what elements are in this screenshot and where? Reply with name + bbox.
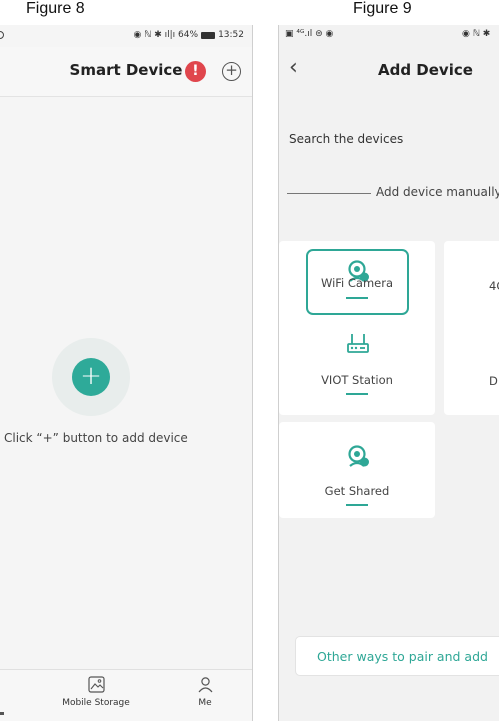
add-device-button[interactable]: + xyxy=(72,358,110,396)
figure-9-caption: Figure 9 xyxy=(353,0,412,17)
tab-me-label: Me xyxy=(198,698,212,708)
image-icon xyxy=(87,676,105,693)
page-title: Smart Device xyxy=(69,61,183,79)
status-bar-right: ◉ ℕ ✱ ıl|ı 64% 13:52 xyxy=(133,30,244,40)
status-bar: ◉ ℕ ✱ ıl|ı 64% 13:52 xyxy=(0,25,252,47)
add-manually-label: Add device manually xyxy=(376,185,499,199)
router-icon xyxy=(347,334,369,353)
tab-fragment[interactable] xyxy=(0,712,4,715)
device-underline xyxy=(346,297,368,299)
device-label-get-shared: Get Shared xyxy=(324,484,390,498)
search-devices-label[interactable]: Search the devices xyxy=(289,132,403,146)
header-bar: ‹ Add Device xyxy=(279,47,499,95)
status-dot-icon xyxy=(0,31,4,39)
device-underline xyxy=(346,504,368,506)
battery-icon xyxy=(201,31,216,39)
device-card-d[interactable] xyxy=(444,319,499,415)
tab-mobile-storage-label: Mobile Storage xyxy=(62,698,130,708)
divider-line xyxy=(287,193,371,194)
status-indicators: ◉ ℕ ✱ ıl|ı 64% xyxy=(133,30,199,40)
page-title: Add Device xyxy=(378,61,473,79)
add-device-plus-icon[interactable]: + xyxy=(222,62,241,81)
status-time: 13:52 xyxy=(218,30,244,40)
alert-icon[interactable]: ! xyxy=(185,61,206,82)
tab-mobile-storage[interactable]: Mobile Storage xyxy=(56,676,136,708)
add-device-hint: Click “+” button to add device xyxy=(4,431,188,445)
shared-camera-icon xyxy=(348,445,369,467)
device-label-d-partial: D xyxy=(489,374,498,388)
header-bar: Smart Device ! + xyxy=(0,47,252,97)
bottom-tab-bar: Mobile Storage Me xyxy=(0,669,252,721)
figure-8-caption: Figure 8 xyxy=(26,0,85,17)
tab-me[interactable]: Me xyxy=(185,676,225,708)
status-bar-right: ◉ ℕ ✱ xyxy=(462,29,491,39)
device-label-viot-station: VIOT Station xyxy=(321,373,393,387)
device-label-4g-partial: 4G xyxy=(489,279,499,293)
other-ways-label: Other ways to pair and add xyxy=(317,649,488,664)
person-icon xyxy=(198,677,212,693)
back-chevron-icon[interactable]: ‹ xyxy=(289,55,298,80)
add-device-screen: ▣ ⁴ᴳ.ıl ⊜ ◉ ◉ ℕ ✱ ‹ Add Device Search th… xyxy=(278,25,499,721)
other-ways-button[interactable]: Other ways to pair and add xyxy=(295,636,499,676)
device-label-wifi-camera: WiFi Camera xyxy=(320,276,394,290)
device-underline xyxy=(346,393,368,395)
smart-device-screen: ◉ ℕ ✱ ıl|ı 64% 13:52 Smart Device ! + + … xyxy=(0,25,253,721)
status-bar-left: ▣ ⁴ᴳ.ıl ⊜ ◉ xyxy=(285,29,334,39)
